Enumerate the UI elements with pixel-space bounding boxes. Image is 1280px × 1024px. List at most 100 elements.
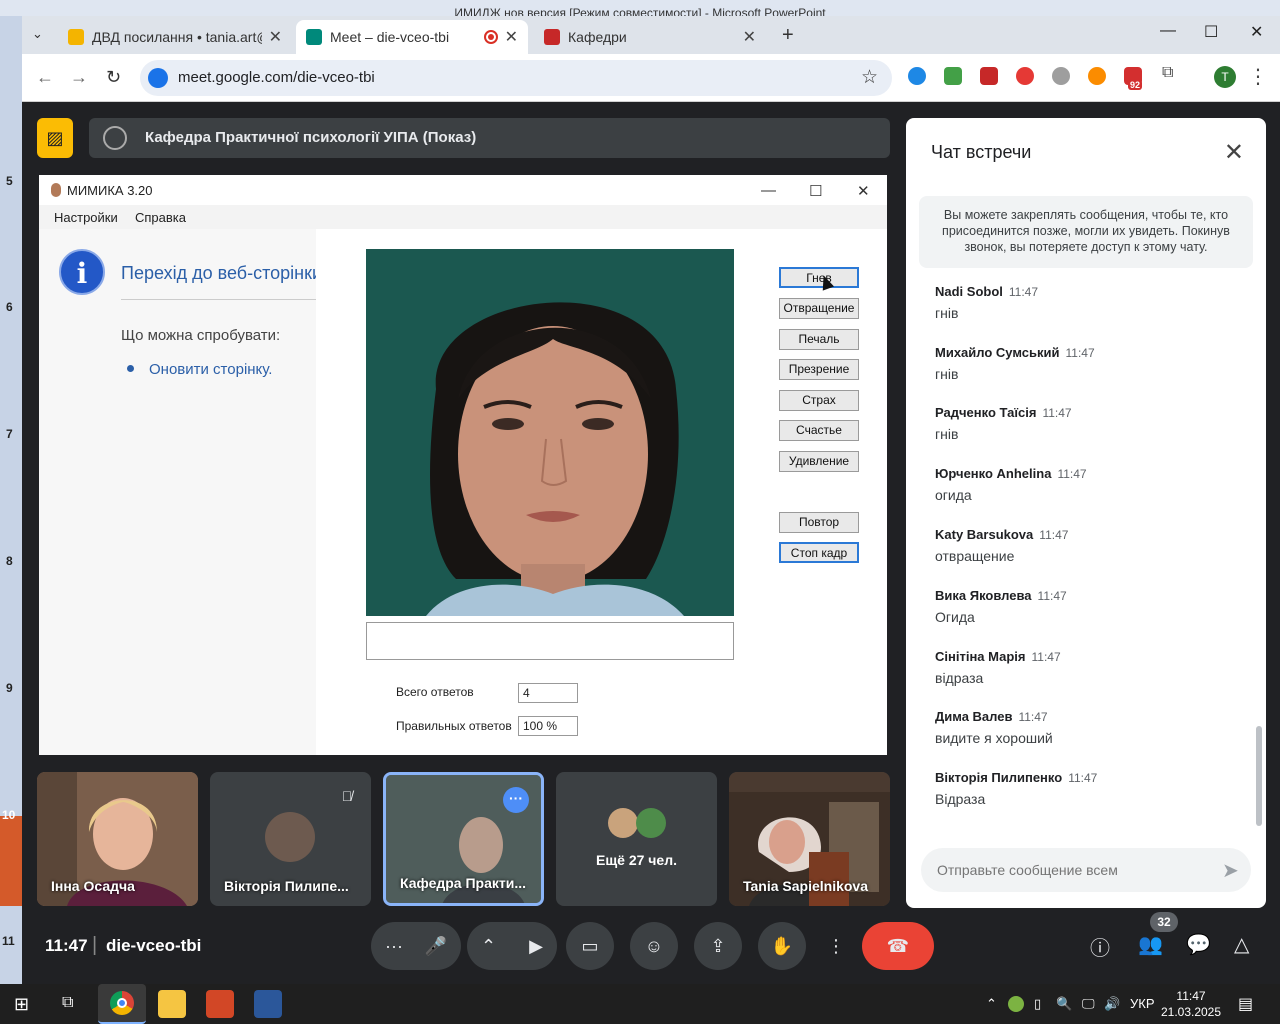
more-options-button[interactable]: ⋮: [822, 922, 850, 970]
close-window-icon[interactable]: ✕: [1250, 22, 1263, 42]
chat-icon[interactable]: 💬: [1186, 932, 1211, 957]
disgust-button[interactable]: Отвращение: [779, 298, 859, 319]
extension-icon[interactable]: [908, 67, 926, 85]
tab-meet[interactable]: Meet – die-vceo-tbi ✕: [296, 20, 528, 54]
extension-icon[interactable]: [1052, 67, 1070, 85]
tray-app-icon[interactable]: [1008, 996, 1024, 1012]
send-icon[interactable]: ➤: [1222, 858, 1239, 883]
presentation-title: Кафедра Практичної психології УІПА (Пока…: [145, 129, 477, 146]
captions-button[interactable]: ▭: [566, 922, 614, 970]
chat-scrollbar[interactable]: [1256, 726, 1262, 826]
chrome-taskbar-icon[interactable]: [98, 984, 146, 1024]
activities-icon[interactable]: △: [1234, 932, 1249, 957]
minimize-icon[interactable]: —: [1160, 22, 1176, 40]
fear-button[interactable]: Страх: [779, 390, 859, 411]
search-tray-icon[interactable]: 🔍: [1056, 996, 1072, 1012]
address-bar[interactable]: meet.google.com/die-vceo-tbi ☆: [140, 60, 892, 96]
menu-help[interactable]: Справка: [135, 210, 186, 225]
taskbar-clock[interactable]: 11:47 21.03.2025: [1158, 988, 1224, 1020]
mimika-titlebar: МИМИКА 3.20 — ☐ ✕: [39, 175, 887, 205]
message-time: 11:47: [1037, 589, 1067, 603]
minimize-icon[interactable]: —: [761, 182, 776, 199]
participant-tile[interactable]: ··· Кафедра Практи...: [383, 772, 544, 906]
chat-message: Katy Barsukova 11:47 отвращение: [935, 527, 1235, 564]
powerpoint-taskbar-icon[interactable]: [206, 990, 234, 1018]
menu-settings[interactable]: Настройки: [54, 210, 118, 225]
avatar: [608, 808, 638, 838]
puzzle-icon[interactable]: ⧉: [1162, 64, 1180, 82]
bookmark-star-icon[interactable]: ☆: [861, 66, 878, 89]
message-text: гнів: [935, 426, 959, 442]
participant-tile[interactable]: Інна Осадча: [37, 772, 198, 906]
participant-tile[interactable]: 🎙̸ Вікторія Пилипе...: [210, 772, 371, 906]
participant-tile[interactable]: Tania Sapielnikova: [729, 772, 890, 906]
chevron-up-icon[interactable]: ⌃: [481, 936, 496, 957]
chat-message: Сінітіна Марія 11:47 відраза: [935, 649, 1235, 686]
chat-input[interactable]: [921, 848, 1251, 892]
word-taskbar-icon[interactable]: [254, 990, 282, 1018]
forward-icon[interactable]: →: [70, 67, 88, 88]
tray-overflow-icon[interactable]: ⌃: [986, 996, 997, 1012]
browser-menu-icon[interactable]: ⋮: [1248, 64, 1268, 89]
close-icon[interactable]: ✕: [743, 27, 756, 47]
happiness-button[interactable]: Счастье: [779, 420, 859, 441]
network-icon[interactable]: 🖵: [1082, 996, 1095, 1012]
message-author: Юрченко Anhelina: [935, 466, 1052, 481]
close-icon[interactable]: ✕: [1224, 138, 1244, 167]
info-icon[interactable]: ⓘ: [1090, 932, 1110, 961]
tab-dvd[interactable]: ДВД посилання • tania.art@uk ✕: [58, 20, 292, 54]
camera-icon[interactable]: ▶: [529, 936, 543, 957]
stop-presenting-icon[interactable]: ▨: [37, 118, 73, 158]
reload-icon[interactable]: ↻: [106, 67, 121, 88]
close-icon[interactable]: ✕: [269, 27, 282, 47]
maximize-icon[interactable]: ☐: [809, 182, 822, 200]
meeting-time: 11:47: [45, 936, 88, 955]
message-time: 11:47: [1042, 406, 1072, 420]
extension-icon[interactable]: [980, 67, 998, 85]
avatar: [636, 808, 666, 838]
surprise-button[interactable]: Удивление: [779, 451, 859, 472]
extension-icon[interactable]: [944, 67, 962, 85]
emoji-button[interactable]: ☺: [630, 922, 678, 970]
language-indicator[interactable]: УКР: [1130, 996, 1155, 1011]
windows-start-icon[interactable]: ⊞: [14, 994, 29, 1015]
freeze-frame-button[interactable]: Стоп кадр: [779, 542, 859, 563]
notifications-icon[interactable]: ▤: [1238, 994, 1253, 1014]
new-tab-icon[interactable]: +: [782, 24, 794, 47]
slide-thumbnail[interactable]: [0, 816, 22, 906]
tab-search-icon[interactable]: ⌄: [32, 26, 43, 42]
profile-avatar[interactable]: T: [1214, 66, 1236, 88]
site-info-icon[interactable]: [148, 68, 168, 88]
info-icon: i: [59, 249, 105, 295]
mic-icon[interactable]: 🎤: [425, 936, 447, 957]
maximize-icon[interactable]: ☐: [1204, 22, 1218, 42]
repeat-button[interactable]: Повтор: [779, 512, 859, 533]
task-view-icon[interactable]: ⧉: [62, 994, 73, 1012]
camera-control[interactable]: ⌃ ▶: [467, 922, 557, 970]
tab-kafedry[interactable]: Кафедри ✕: [534, 20, 766, 54]
refresh-link[interactable]: Оновити сторінку.: [149, 361, 272, 378]
back-icon[interactable]: ←: [36, 67, 54, 88]
more-audio-icon[interactable]: ···: [385, 936, 403, 957]
leave-call-button[interactable]: ☎: [862, 922, 934, 970]
mimika-app-icon: [51, 183, 61, 197]
extension-icon[interactable]: [1016, 67, 1034, 85]
volume-icon[interactable]: 🔊: [1104, 996, 1120, 1012]
close-icon[interactable]: ✕: [505, 27, 518, 47]
people-icon[interactable]: 👥: [1138, 932, 1163, 957]
sadness-button[interactable]: Печаль: [779, 329, 859, 350]
chat-message: Nadi Sobol 11:47 гнів: [935, 284, 1235, 321]
extension-icon[interactable]: [1088, 67, 1106, 85]
more-options-icon[interactable]: ···: [503, 787, 529, 813]
more-participants-tile[interactable]: Ещё 27 чел.: [556, 772, 717, 906]
battery-icon[interactable]: ▯: [1034, 996, 1041, 1012]
mimika-title: МИМИКА 3.20: [67, 183, 153, 198]
total-answers-value: 4: [518, 683, 578, 703]
contempt-button[interactable]: Презрение: [779, 359, 859, 380]
close-icon[interactable]: ✕: [857, 182, 870, 200]
mic-control[interactable]: ··· 🎤: [371, 922, 461, 970]
explorer-taskbar-icon[interactable]: [158, 990, 186, 1018]
present-button[interactable]: ⇪: [694, 922, 742, 970]
presentation-bar: Кафедра Практичної психології УІПА (Пока…: [89, 118, 890, 158]
raise-hand-button[interactable]: ✋: [758, 922, 806, 970]
